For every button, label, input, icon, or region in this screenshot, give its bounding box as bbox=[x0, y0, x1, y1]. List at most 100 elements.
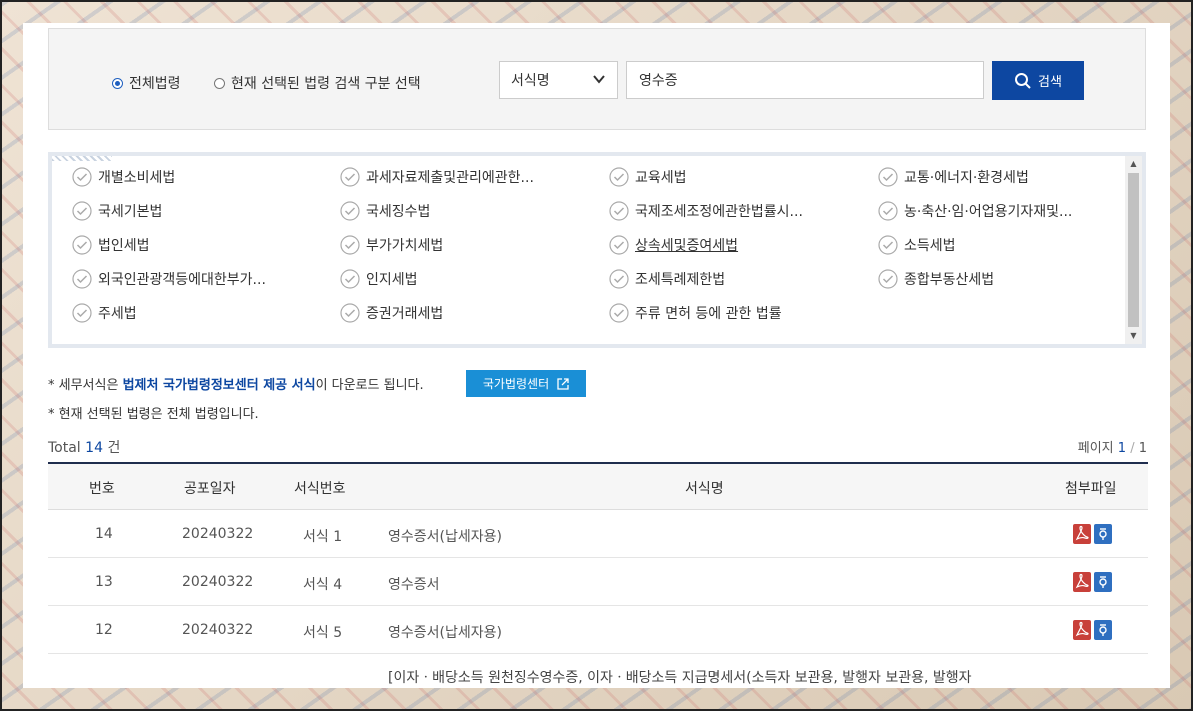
law-item[interactable]: 국세징수법 bbox=[340, 201, 430, 221]
check-circle-icon bbox=[609, 235, 629, 255]
cell-no: 12 bbox=[95, 622, 113, 638]
pdf-file-icon[interactable] bbox=[1073, 572, 1091, 592]
page-label: 페이지 bbox=[1077, 441, 1114, 456]
header-date: 공포일자 bbox=[184, 481, 236, 497]
law-item[interactable]: 인지세법 bbox=[340, 269, 418, 289]
law-item-label: 주세법 bbox=[98, 306, 137, 322]
notice-current-law: * 현재 선택된 법령은 전체 법령입니다. bbox=[48, 407, 259, 422]
law-item[interactable]: 부가가치세법 bbox=[340, 235, 443, 255]
law-item-label: 소득세법 bbox=[904, 238, 956, 254]
law-center-label: 국가법령센터 bbox=[482, 377, 550, 391]
law-item[interactable]: 상속세및증여세법 bbox=[609, 235, 738, 255]
pdf-file-icon[interactable] bbox=[1073, 524, 1091, 544]
scroll-up-icon[interactable]: ▲ bbox=[1125, 156, 1142, 172]
table-row: 13 20240322 서식 4 영수증서 bbox=[48, 558, 1148, 606]
check-circle-icon bbox=[609, 201, 629, 221]
radio-selected-laws[interactable]: 현재 선택된 법령 검색 구분 선택 bbox=[214, 73, 421, 93]
hwp-file-icon[interactable] bbox=[1094, 572, 1112, 592]
scrollbar-thumb[interactable] bbox=[1128, 173, 1139, 327]
total-count: Total 14 건 bbox=[48, 437, 120, 457]
notice-bold: 법제처 국가법령정보센터 제공 서식 bbox=[122, 378, 316, 393]
check-circle-icon bbox=[878, 235, 898, 255]
law-item[interactable]: 과세자료제출및관리에관한... bbox=[340, 167, 534, 187]
check-circle-icon bbox=[878, 167, 898, 187]
scroll-down-icon[interactable]: ▼ bbox=[1125, 328, 1142, 344]
law-item[interactable]: 조세특례제한법 bbox=[609, 269, 725, 289]
search-type-select[interactable]: 서식명 bbox=[499, 61, 618, 99]
law-item[interactable]: 증권거래세법 bbox=[340, 303, 443, 323]
search-button[interactable]: 검색 bbox=[992, 61, 1084, 100]
total-number: 14 bbox=[85, 440, 103, 456]
check-circle-icon bbox=[72, 235, 92, 255]
law-item-label: 교통·에너지·환경세법 bbox=[904, 170, 1029, 186]
cell-form-no: 서식 5 bbox=[303, 625, 343, 641]
check-circle-icon bbox=[72, 167, 92, 187]
notice-download: * 세무서식은 법제처 국가법령정보센터 제공 서식이 다운로드 됩니다. bbox=[48, 374, 424, 393]
check-circle-icon bbox=[72, 303, 92, 323]
law-item-label: 과세자료제출및관리에관한... bbox=[366, 170, 534, 186]
attachment-icons bbox=[1073, 572, 1112, 592]
law-item[interactable]: 법인세법 bbox=[72, 235, 150, 255]
table-row: 12 20240322 서식 5 영수증서(납세자용) bbox=[48, 606, 1148, 654]
law-category-list: 개별소비세법 과세자료제출및관리에관한... 교육세법 교통·에너지·환경세법국세기본… bbox=[48, 152, 1146, 348]
law-item-label: 조세특례제한법 bbox=[635, 272, 726, 288]
cell-form-no: 서식 4 bbox=[303, 577, 343, 593]
law-item[interactable]: 종합부동산세법 bbox=[878, 269, 994, 289]
cell-date: 20240322 bbox=[182, 526, 254, 542]
check-circle-icon bbox=[609, 269, 629, 289]
page-indicator: 페이지 1 / 1 bbox=[1078, 437, 1147, 456]
check-circle-icon bbox=[340, 269, 360, 289]
radio-checked-icon bbox=[112, 77, 123, 89]
check-circle-icon bbox=[340, 303, 360, 323]
law-item[interactable]: 농·축산·임·어업용기자재및... bbox=[878, 201, 1072, 221]
cell-form-name[interactable]: 영수증서 bbox=[388, 574, 440, 594]
law-item[interactable]: 개별소비세법 bbox=[72, 167, 175, 187]
check-circle-icon bbox=[340, 235, 360, 255]
law-item[interactable]: 주세법 bbox=[72, 303, 137, 323]
law-item-label: 국세징수법 bbox=[366, 204, 431, 220]
law-center-button[interactable]: 국가법령센터 bbox=[466, 370, 586, 397]
table-header: 번호 공포일자 서식번호 서식명 첨부파일 bbox=[48, 462, 1148, 510]
law-item[interactable]: 국세기본법 bbox=[72, 201, 162, 221]
check-circle-icon bbox=[878, 201, 898, 221]
search-button-label: 검색 bbox=[1038, 75, 1062, 90]
header-no: 번호 bbox=[89, 481, 115, 497]
law-item[interactable]: 국제조세조정에관한법률시... bbox=[609, 201, 803, 221]
law-item[interactable]: 교통·에너지·환경세법 bbox=[878, 167, 1029, 187]
search-icon bbox=[1015, 72, 1031, 89]
law-item-label: 국제조세조정에관한법률시... bbox=[635, 204, 803, 220]
law-item[interactable]: 외국인관광객등에대한부가... bbox=[72, 269, 266, 289]
hwp-file-icon[interactable] bbox=[1094, 524, 1112, 544]
check-circle-icon bbox=[878, 269, 898, 289]
page-current: 1 bbox=[1117, 441, 1127, 456]
table-row: [이자ㆍ배당소득 원천징수영수증, 이자ㆍ배당소득 지급명세서(소득자 보관용,… bbox=[48, 654, 1148, 688]
radio-all-label: 전체법령 bbox=[129, 76, 181, 92]
page-separator: / bbox=[1130, 441, 1135, 456]
cell-form-name[interactable]: 영수증서(납세자용) bbox=[388, 622, 502, 642]
attachment-icons bbox=[1073, 524, 1112, 544]
law-item[interactable]: 교육세법 bbox=[609, 167, 687, 187]
table-row: 14 20240322 서식 1 영수증서(납세자용) bbox=[48, 510, 1148, 558]
law-list-scrollbar[interactable]: ▲ ▼ bbox=[1125, 156, 1142, 344]
hwp-file-icon[interactable] bbox=[1094, 620, 1112, 640]
law-item-label: 외국인관광객등에대한부가... bbox=[98, 272, 266, 288]
select-value: 서식명 bbox=[511, 73, 550, 89]
cell-no: 13 bbox=[95, 574, 113, 590]
law-item-label: 농·축산·임·어업용기자재및... bbox=[904, 204, 1073, 220]
check-circle-icon bbox=[609, 303, 629, 323]
cell-no: 14 bbox=[95, 526, 113, 542]
total-label: Total bbox=[48, 440, 81, 456]
radio-all-laws[interactable]: 전체법령 bbox=[112, 73, 181, 93]
decorative-stripe bbox=[52, 156, 112, 161]
cell-form-no: 서식 1 bbox=[303, 529, 343, 545]
pdf-file-icon[interactable] bbox=[1073, 620, 1091, 640]
check-circle-icon bbox=[340, 201, 360, 221]
law-item-label: 인지세법 bbox=[366, 272, 418, 288]
check-circle-icon bbox=[340, 167, 360, 187]
law-item[interactable]: 소득세법 bbox=[878, 235, 956, 255]
law-item[interactable]: 주류 면허 등에 관한 법률 bbox=[609, 303, 782, 323]
radio-unchecked-icon bbox=[214, 77, 225, 89]
cell-form-name[interactable]: 영수증서(납세자용) bbox=[388, 526, 502, 546]
search-input[interactable] bbox=[626, 61, 984, 99]
notice-prefix: * 세무서식은 bbox=[48, 378, 123, 393]
